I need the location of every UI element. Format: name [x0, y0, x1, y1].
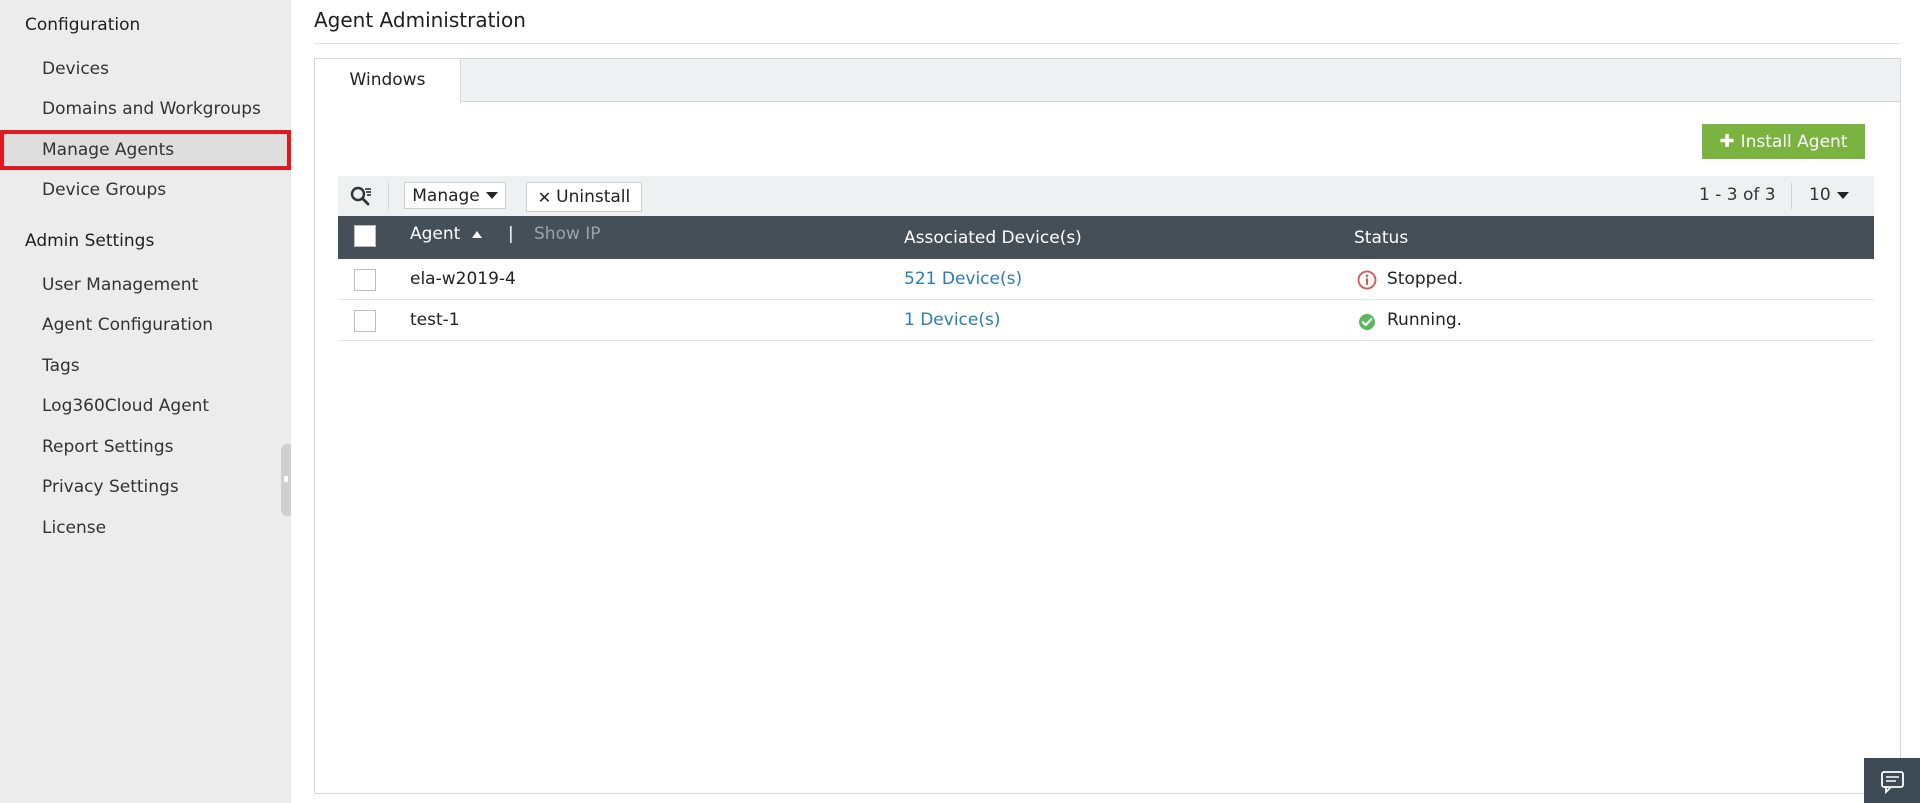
- header-separator: |: [508, 224, 514, 244]
- sidebar-item-manage-agents[interactable]: Manage Agents: [0, 130, 291, 170]
- show-ip-toggle[interactable]: Show IP: [534, 224, 601, 244]
- close-icon: ✕: [537, 187, 552, 207]
- sidebar-item-device-groups[interactable]: Device Groups: [0, 170, 291, 210]
- manage-label: Manage: [412, 185, 480, 206]
- table-toolbar: Manage ✕ Uninstall 1 - 3 of 3 10: [338, 176, 1874, 216]
- plus-icon: ✚: [1719, 131, 1735, 152]
- sidebar-item-domains-workgroups[interactable]: Domains and Workgroups: [0, 89, 291, 129]
- agent-panel: Windows ✚ Install Agent Manage ✕ Uninsta…: [314, 58, 1901, 794]
- chevron-down-icon: [485, 192, 498, 199]
- sidebar-item-devices[interactable]: Devices: [0, 49, 291, 89]
- column-associated-devices: Associated Device(s): [904, 228, 1082, 248]
- page-size-value: 10: [1809, 185, 1831, 205]
- running-status-icon: [1359, 314, 1375, 330]
- sidebar-collapse-handle[interactable]: [281, 444, 291, 516]
- table-row: test-1 1 Device(s) Running.: [338, 300, 1874, 341]
- devices-link[interactable]: 521 Device(s): [904, 269, 1022, 289]
- table-row: ela-w2019-4 521 Device(s) Stopped.: [338, 259, 1874, 300]
- chevron-down-icon: [1836, 191, 1849, 199]
- search-filter-icon[interactable]: [350, 186, 372, 208]
- install-agent-label: Install Agent: [1740, 131, 1848, 152]
- sidebar-item-license[interactable]: License: [0, 508, 291, 548]
- toolbar-divider: [1791, 183, 1792, 209]
- sidebar-item-agent-configuration[interactable]: Agent Configuration: [0, 305, 291, 345]
- sidebar-section-admin-settings: Admin Settings: [25, 231, 155, 251]
- sort-ascending-icon: [472, 230, 483, 238]
- uninstall-label: Uninstall: [556, 187, 631, 207]
- sidebar-item-log360cloud-agent[interactable]: Log360Cloud Agent: [0, 386, 291, 426]
- pagination-range: 1 - 3 of 3: [1699, 185, 1776, 205]
- page-size-dropdown[interactable]: 10: [1809, 185, 1849, 205]
- manage-dropdown[interactable]: Manage: [404, 182, 506, 209]
- toolbar-divider: [388, 183, 389, 209]
- main-content: Agent Administration Windows ✚ Install A…: [291, 0, 1920, 803]
- devices-link[interactable]: 1 Device(s): [904, 310, 1000, 330]
- sidebar-item-report-settings[interactable]: Report Settings: [0, 427, 291, 467]
- tab-windows[interactable]: Windows: [315, 59, 461, 103]
- title-divider: [314, 43, 1900, 44]
- tab-bar: Windows: [315, 59, 1900, 103]
- chat-icon: [1881, 771, 1904, 795]
- page-title: Agent Administration: [314, 8, 526, 32]
- sidebar-item-user-management[interactable]: User Management: [0, 265, 291, 305]
- chat-button[interactable]: [1864, 758, 1920, 803]
- column-status: Status: [1354, 228, 1409, 248]
- agent-name: ela-w2019-4: [410, 269, 516, 289]
- stopped-status-icon: [1357, 270, 1377, 290]
- table-header: Agent | Show IP Associated Device(s) Sta…: [338, 216, 1874, 259]
- column-agent[interactable]: Agent: [410, 224, 483, 244]
- sidebar-item-privacy-settings[interactable]: Privacy Settings: [0, 467, 291, 507]
- row-checkbox[interactable]: [354, 310, 376, 332]
- sidebar: Configuration Devices Domains and Workgr…: [0, 0, 291, 803]
- status-text: Stopped.: [1387, 269, 1464, 289]
- agent-name: test-1: [410, 310, 460, 330]
- uninstall-button[interactable]: ✕ Uninstall: [526, 182, 642, 212]
- select-all-checkbox[interactable]: [354, 225, 376, 247]
- install-agent-button[interactable]: ✚ Install Agent: [1702, 124, 1865, 159]
- status-text: Running.: [1387, 310, 1463, 330]
- row-checkbox[interactable]: [354, 269, 376, 291]
- sidebar-section-configuration: Configuration: [25, 15, 141, 35]
- sidebar-item-tags[interactable]: Tags: [0, 346, 291, 386]
